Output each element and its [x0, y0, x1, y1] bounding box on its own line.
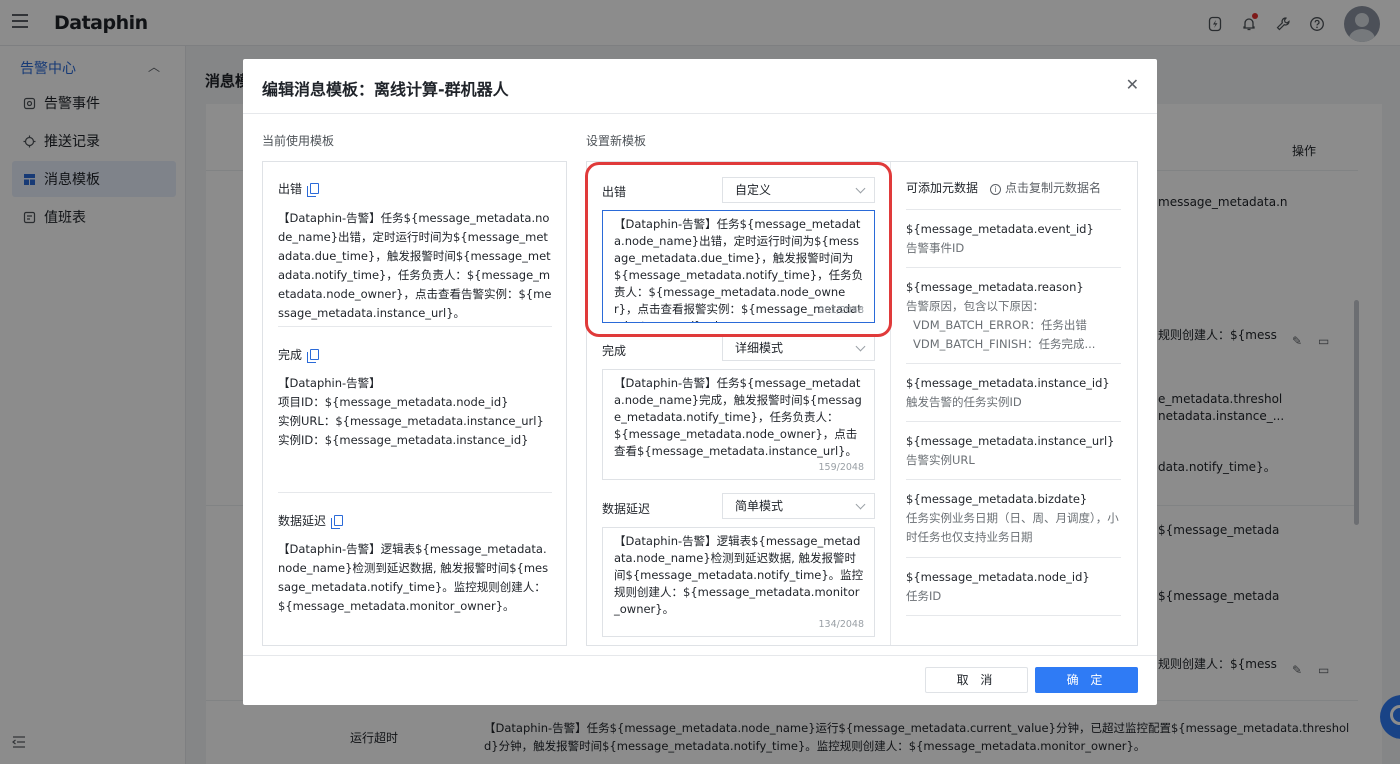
metadata-desc: 告警事件ID: [906, 241, 965, 255]
new-delay-label: 数据延迟: [602, 502, 651, 516]
metadata-item[interactable]: ${message_metadata.node_id} 任务ID: [906, 568, 1121, 606]
metadata-divider: [906, 209, 1121, 210]
metadata-item[interactable]: ${message_metadata.event_id} 告警事件ID: [906, 220, 1121, 258]
metadata-desc: 告警原因，包含以下原因：: [906, 299, 1044, 313]
current-finish-heading: 完成: [278, 346, 320, 363]
textarea-content: 【Dataphin-告警】逻辑表${message_metadata.node_…: [614, 534, 864, 616]
metadata-desc: 任务实例业务日期（日、周、月调度），小时任务也仅支持业务日期: [906, 511, 1119, 544]
copy-icon[interactable]: [307, 183, 320, 197]
section-title: 出错: [278, 182, 303, 196]
dialog-divider: [243, 113, 1157, 114]
new-template-label: 设置新模板: [586, 134, 647, 148]
chevron-down-icon: [855, 499, 866, 510]
delay-mode-select[interactable]: 简单模式: [722, 493, 875, 519]
edit-template-dialog: 编辑消息模板：离线计算-群机器人 ✕ 当前使用模板 设置新模板 出错 【Data…: [243, 59, 1157, 705]
chevron-down-icon: [855, 341, 866, 352]
body-line: 【Dataphin-告警】: [278, 376, 381, 390]
section-divider: [278, 326, 552, 327]
section-title: 数据延迟: [278, 514, 327, 528]
metadata-key: ${message_metadata.event_id}: [906, 222, 1094, 236]
metadata-divider: [906, 421, 1121, 422]
select-value: 详细模式: [735, 341, 784, 355]
body-line: 项目ID：${message_metadata.node_id}: [278, 395, 509, 409]
metadata-hint: 点击复制元数据名: [1005, 181, 1102, 195]
metadata-panel: 可添加元数据 i 点击复制元数据名 ${message_metadata.event…: [890, 162, 1138, 645]
metadata-divider: [906, 267, 1121, 268]
char-counter: 134/2048: [818, 619, 864, 630]
current-error-heading: 出错: [278, 180, 320, 197]
dialog-title: 编辑消息模板：离线计算-群机器人: [262, 80, 509, 99]
metadata-key: ${message_metadata.instance_id}: [906, 376, 1110, 390]
close-icon[interactable]: ✕: [1126, 75, 1139, 94]
metadata-key: ${message_metadata.node_id}: [906, 570, 1090, 584]
body-line: 实例ID：${message_metadata.instance_id}: [278, 433, 529, 447]
current-template-label: 当前使用模板: [262, 134, 335, 148]
delay-template-input[interactable]: 【Dataphin-告警】逻辑表${message_metadata.node_…: [602, 527, 875, 637]
copy-icon[interactable]: [331, 515, 344, 529]
metadata-heading: 可添加元数据 i 点击复制元数据名: [906, 179, 1101, 196]
body-line: 实例URL：${message_metadata.instance_url}: [278, 414, 544, 428]
highlight-annotation: [585, 162, 892, 337]
metadata-item[interactable]: ${message_metadata.instance_id} 触发告警的任务实…: [906, 374, 1121, 412]
cancel-button[interactable]: 取 消: [925, 667, 1028, 693]
metadata-desc: 任务ID: [906, 589, 942, 603]
finish-template-input[interactable]: 【Dataphin-告警】任务${message_metadata.node_n…: [602, 369, 875, 480]
metadata-desc: 告警实例URL: [906, 453, 975, 467]
metadata-desc: VDM_BATCH_ERROR：任务出错: [913, 318, 1087, 332]
current-delay-body: 【Dataphin-告警】逻辑表${message_metadata.node_…: [278, 542, 549, 613]
current-finish-body: 【Dataphin-告警】 项目ID：${message_metadata.no…: [278, 374, 552, 450]
finish-mode-select[interactable]: 详细模式: [722, 335, 875, 361]
confirm-button[interactable]: 确 定: [1035, 667, 1138, 693]
metadata-key: ${message_metadata.instance_url}: [906, 434, 1115, 448]
metadata-key: ${message_metadata.reason}: [906, 280, 1084, 294]
metadata-item[interactable]: ${message_metadata.reason} 告警原因，包含以下原因： …: [906, 278, 1121, 354]
current-template-panel: 出错 【Dataphin-告警】任务${message_metadata.nod…: [262, 161, 567, 646]
metadata-item[interactable]: ${message_metadata.instance_url} 告警实例URL: [906, 432, 1121, 470]
metadata-divider: [906, 363, 1121, 364]
metadata-divider: [906, 479, 1121, 480]
metadata-item[interactable]: ${message_metadata.bizdate} 任务实例业务日期（日、周…: [906, 490, 1121, 547]
new-finish-label: 完成: [602, 344, 627, 358]
metadata-desc: VDM_BATCH_FINISH：任务完成...: [913, 337, 1096, 351]
current-delay-heading: 数据延迟: [278, 512, 344, 529]
info-icon: i: [990, 184, 1002, 195]
copy-icon[interactable]: [307, 349, 320, 363]
select-value: 简单模式: [735, 499, 784, 513]
metadata-title: 可添加元数据: [906, 181, 979, 195]
metadata-key: ${message_metadata.bizdate}: [906, 492, 1088, 506]
current-error-body: 【Dataphin-告警】任务${message_metadata.node_n…: [278, 211, 552, 320]
metadata-divider: [906, 615, 1121, 616]
section-divider: [278, 492, 552, 493]
metadata-desc: 触发告警的任务实例ID: [906, 395, 1022, 409]
dialog-footer-divider: [243, 655, 1157, 656]
char-counter: 159/2048: [818, 462, 864, 473]
textarea-content: 【Dataphin-告警】任务${message_metadata.node_n…: [614, 376, 862, 458]
metadata-divider: [906, 557, 1121, 558]
section-title: 完成: [278, 348, 303, 362]
